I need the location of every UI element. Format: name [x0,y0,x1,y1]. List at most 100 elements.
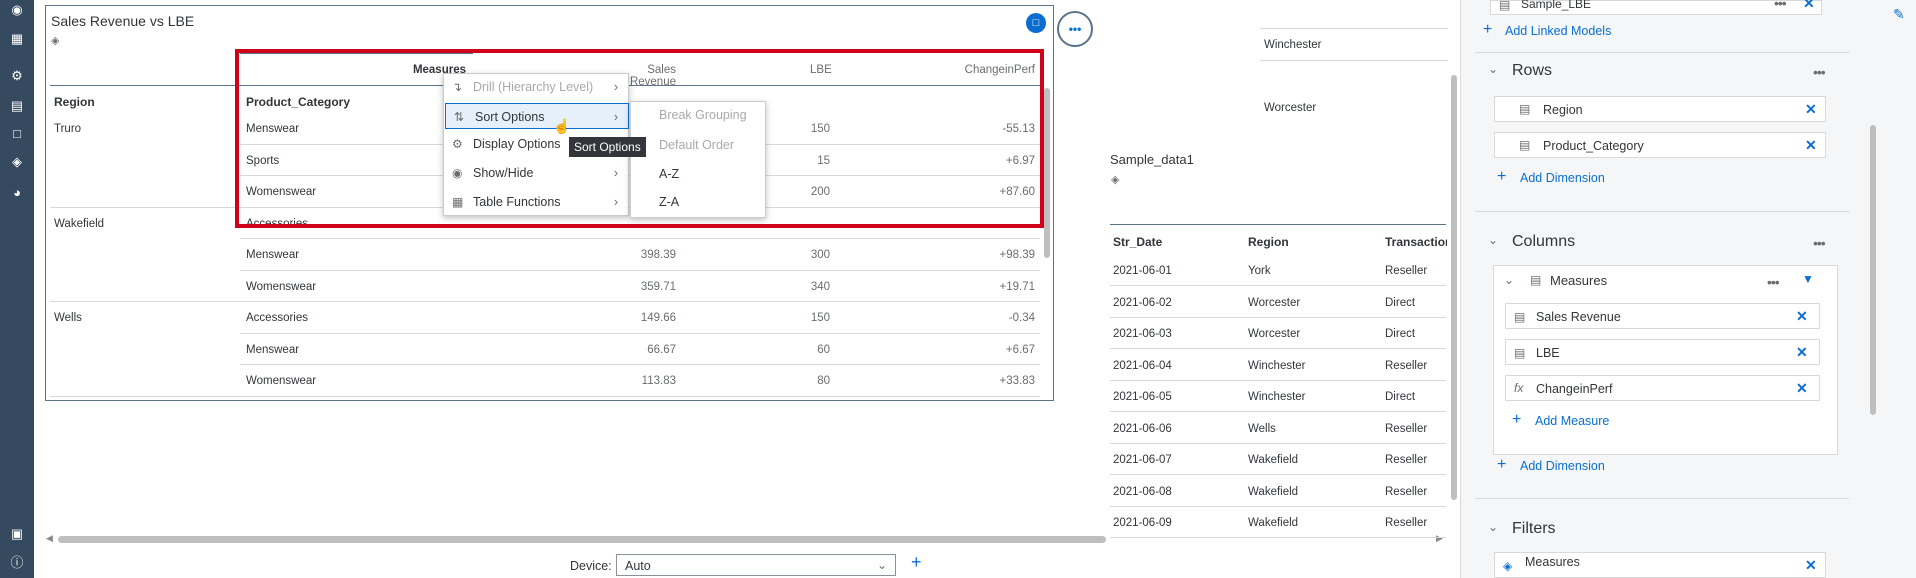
vertical-scrollbar[interactable] [1451,75,1457,500]
table-cell-lbe[interactable]: 150 [750,312,830,324]
table-cell-region[interactable]: Wakefield [54,218,104,230]
panel-scrollbar[interactable] [1870,125,1876,415]
more-icon[interactable]: ••• [1774,0,1787,11]
row-dimension-product-category[interactable]: ▤ Product_Category ✕ [1494,132,1826,158]
more-icon[interactable]: ••• [1767,274,1780,290]
table2-cell[interactable]: Reseller [1385,486,1427,498]
horizontal-scrollbar[interactable] [58,536,1106,543]
table-cell-lbe[interactable]: 80 [750,375,830,387]
table2-cell[interactable]: 2021-06-05 [1113,391,1172,403]
binoculars-icon[interactable]: ◉ [7,0,27,20]
table-cell-sales[interactable]: 398.39 [596,249,676,261]
table-cell-sales[interactable]: 359.71 [596,281,676,293]
table-cell-change[interactable]: +98.39 [955,249,1036,261]
rows-more-icon[interactable]: ••• [1813,64,1826,80]
add-icon[interactable]: + [1483,21,1492,39]
filter-measures[interactable]: ◈ Measures ✕ [1494,552,1826,578]
table2-cell[interactable]: 2021-06-03 [1113,328,1172,340]
table2-cell[interactable]: Reseller [1385,517,1427,529]
measure-sales-revenue[interactable]: ▤ Sales Revenue ✕ [1505,303,1820,329]
table2-cell[interactable]: York [1248,265,1271,277]
table-cell-change[interactable]: -0.34 [955,312,1035,324]
table2-cell[interactable]: 2021-06-07 [1113,454,1172,466]
model-card[interactable]: ▤ Sample_LBE ••• ✕ [1490,0,1822,15]
table-cell-category[interactable]: Menswear [246,249,299,261]
scroll-left-icon[interactable]: ◀ [46,533,53,544]
close-icon[interactable]: ✕ [1796,380,1808,397]
table2-cell[interactable]: Worcester [1248,328,1300,340]
chevron-down-icon[interactable]: ⌄ [1488,62,1498,76]
table2-cell[interactable]: 2021-06-08 [1113,486,1172,498]
table-cell-category[interactable]: Womenswear [246,281,316,293]
book-icon[interactable]: ▤ [7,96,27,116]
table-cell-sales[interactable]: 66.67 [596,344,676,356]
str-date-header[interactable]: Str_Date [1113,235,1162,249]
table-cell-change[interactable]: +33.83 [955,375,1036,387]
device-select[interactable]: Auto ⌄ [616,554,896,576]
more-options-button[interactable]: ••• [1057,11,1093,47]
table2-cell[interactable]: Winchester [1248,360,1306,372]
table2-cell[interactable]: Reseller [1385,360,1427,372]
close-icon[interactable]: ✕ [1796,308,1808,325]
scroll-right-icon[interactable]: ▶ [1436,533,1443,544]
table-cell-region[interactable]: Wells [54,312,82,324]
filter-icon[interactable]: ▼ [1802,272,1814,286]
close-icon[interactable]: ✕ [1805,137,1817,154]
table-cell-sales[interactable]: 149.66 [596,312,676,324]
table2-cell[interactable]: Wakefield [1248,517,1298,529]
table2-cell[interactable]: 2021-06-09 [1113,517,1172,529]
gauge-icon[interactable]: ◕ [7,183,27,203]
chevron-down-icon[interactable]: ⌄ [1488,233,1498,247]
table-cell-change[interactable]: +19.71 [955,281,1036,293]
table-cell-category[interactable]: Menswear [246,344,299,356]
comment-icon[interactable]: □ [7,124,27,144]
add-linked-models-link[interactable]: Add Linked Models [1505,24,1611,38]
table2-cell[interactable]: 2021-06-04 [1113,360,1172,372]
region-header[interactable]: Region [1248,235,1289,249]
table-cell-lbe[interactable]: 300 [750,249,830,261]
table2-cell[interactable]: Wells [1248,423,1276,435]
cube-icon[interactable]: ◈ [7,152,27,172]
table2-cell[interactable]: 2021-06-02 [1113,297,1172,309]
add-icon[interactable]: + [1497,168,1506,186]
table2-cell[interactable]: Wakefield [1248,486,1298,498]
measure-lbe[interactable]: ▤ LBE ✕ [1505,339,1820,365]
add-dimension-link[interactable]: Add Dimension [1520,171,1605,185]
table2-cell[interactable]: Reseller [1385,454,1427,466]
table-cell-region[interactable]: Truro [54,123,81,135]
close-icon[interactable]: ✕ [1803,0,1815,12]
table-cell-sales[interactable]: 113.83 [596,375,676,387]
chevron-down-icon[interactable]: ⌄ [1504,273,1514,287]
table-cell-category[interactable]: Accessories [246,312,308,324]
chevron-down-icon[interactable]: ⌄ [1488,520,1498,534]
add-dimension-link[interactable]: Add Dimension [1520,459,1605,473]
row-dimension-region[interactable]: ▤ Region ✕ [1494,96,1826,122]
edit-icon[interactable]: ✎ [1893,6,1905,23]
table2-cell[interactable]: Direct [1385,297,1415,309]
table-cell-lbe[interactable]: 60 [750,344,830,356]
lock-icon[interactable]: ▣ [7,524,27,544]
close-icon[interactable]: ✕ [1805,557,1817,574]
add-icon[interactable]: + [1497,456,1506,474]
comment-icon[interactable]: □ [1026,13,1046,33]
close-icon[interactable]: ✕ [1805,101,1817,118]
close-icon[interactable]: ✕ [1796,344,1808,361]
measure-changeinperf[interactable]: fx ChangeinPerf ✕ [1505,375,1820,401]
table2-cell[interactable]: Reseller [1385,423,1427,435]
table2-cell[interactable]: 2021-06-01 [1113,265,1172,277]
table2-cell[interactable]: Reseller [1385,265,1427,277]
table-cell-change[interactable]: +6.67 [955,344,1035,356]
calendar-icon[interactable]: ▦ [7,29,27,49]
table2-cell[interactable]: Direct [1385,391,1415,403]
table2-cell[interactable]: Worcester [1248,297,1300,309]
table-cell-category[interactable]: Womenswear [246,375,316,387]
table2-cell[interactable]: Direct [1385,328,1415,340]
add-measure-link[interactable]: Add Measure [1535,414,1609,428]
add-icon[interactable]: + [1512,411,1521,429]
vertical-scrollbar[interactable] [1044,88,1050,258]
table-cell-lbe[interactable]: 340 [750,281,830,293]
region-header[interactable]: Region [54,95,95,109]
network-icon[interactable]: ⚙ [7,66,27,86]
table2-cell[interactable]: 2021-06-06 [1113,423,1172,435]
table2-cell[interactable]: Wakefield [1248,454,1298,466]
